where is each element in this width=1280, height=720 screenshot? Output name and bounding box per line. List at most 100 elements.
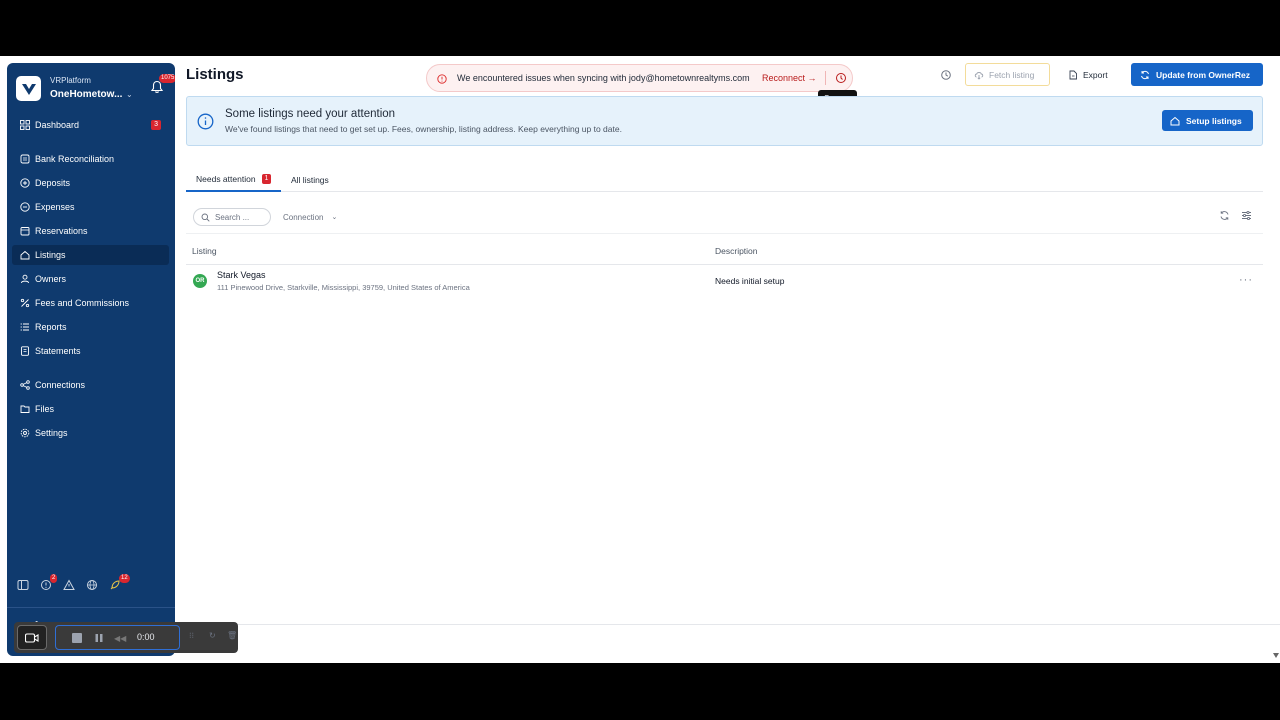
scroll-down-arrow[interactable] bbox=[1273, 653, 1279, 658]
restart-icon[interactable]: ↻ bbox=[209, 631, 216, 640]
globe-icon[interactable] bbox=[86, 579, 98, 591]
video-camera-icon bbox=[25, 632, 39, 643]
sidebar-divider bbox=[7, 607, 175, 608]
gear-icon bbox=[20, 428, 30, 438]
sync-error-message: We encountered issues when syncing with … bbox=[457, 73, 750, 83]
listing-address: 111 Pinewood Drive, Starkville, Mississi… bbox=[217, 283, 470, 292]
pause-icon[interactable] bbox=[94, 633, 104, 643]
listing-description: Needs initial setup bbox=[715, 276, 785, 286]
recording-controls: ◀◀ 0:00 bbox=[55, 625, 180, 650]
plus-circle-icon bbox=[20, 178, 30, 188]
tab-badge: 1 bbox=[261, 174, 272, 184]
listing-tabs: Needs attention 1 All listings bbox=[186, 168, 1263, 192]
table-row[interactable]: OR Stark Vegas 111 Pinewood Drive, Stark… bbox=[186, 265, 1263, 297]
sidebar-item-label: Reports bbox=[35, 322, 67, 332]
warning-icon[interactable] bbox=[63, 579, 75, 591]
column-settings-icon[interactable] bbox=[1241, 210, 1252, 221]
reconnect-link[interactable]: Reconnect → bbox=[762, 73, 817, 83]
rewind-icon[interactable]: ◀◀ bbox=[114, 634, 126, 643]
sidebar-item-label: Settings bbox=[35, 428, 68, 438]
ownerrez-avatar: OR bbox=[193, 274, 207, 288]
connection-filter[interactable]: Connection ⌄ bbox=[278, 208, 348, 226]
fetch-listing-label: Fetch listing bbox=[989, 69, 1035, 80]
document-icon bbox=[21, 346, 29, 356]
panel-toggle-icon[interactable] bbox=[17, 579, 29, 591]
sidebar-item-expenses[interactable]: Expenses bbox=[12, 197, 169, 217]
recording-time: 0:00 bbox=[137, 632, 155, 642]
sidebar-item-label: Dashboard bbox=[35, 120, 80, 130]
sidebar-item-label: Bank Reconciliation bbox=[35, 154, 115, 164]
trash-icon[interactable]: 🗑 bbox=[227, 631, 237, 640]
sidebar-item-label: Files bbox=[35, 404, 55, 414]
calendar-icon bbox=[20, 227, 30, 236]
home-icon bbox=[20, 250, 30, 260]
chevron-down-icon: ⌄ bbox=[331, 214, 338, 221]
home-icon bbox=[1170, 116, 1180, 125]
sidebar-item-label: Fees and Commissions bbox=[35, 298, 130, 308]
tab-label: All listings bbox=[291, 175, 329, 185]
user-icon bbox=[21, 274, 29, 284]
sidebar-item-reservations[interactable]: Reservations bbox=[12, 221, 169, 241]
connection-filter-label: Connection bbox=[283, 212, 324, 222]
bank-icon bbox=[20, 154, 30, 164]
sidebar-footer-icons: 2 12 bbox=[17, 574, 167, 593]
minus-circle-icon bbox=[20, 202, 30, 212]
fetch-listing-button[interactable]: Fetch listing bbox=[965, 63, 1050, 86]
recorder-toolbar: ◀◀ 0:00 ⁝⁝ ↻ 🗑 bbox=[14, 622, 238, 653]
main-content: Listings We encountered issues when sync… bbox=[175, 56, 1280, 663]
stop-button[interactable] bbox=[72, 633, 82, 643]
org-label: VRPlatform bbox=[50, 76, 91, 85]
sync-icon bbox=[1141, 70, 1149, 79]
org-switcher[interactable]: VRPlatform OneHometow... ⌄ bbox=[16, 75, 166, 105]
sidebar-item-files[interactable]: Files bbox=[12, 399, 169, 419]
setup-listings-label: Setup listings bbox=[1186, 115, 1242, 126]
sidebar-item-label: Statements bbox=[35, 346, 81, 356]
footer-divider bbox=[175, 624, 1280, 625]
sidebar-item-owners[interactable]: Owners bbox=[12, 269, 169, 289]
tab-needs-attention[interactable]: Needs attention 1 bbox=[186, 168, 282, 192]
refresh-icon[interactable] bbox=[1219, 210, 1230, 221]
sidebar-item-deposits[interactable]: Deposits bbox=[12, 173, 169, 193]
more-options-icon[interactable]: ··· bbox=[1239, 274, 1253, 286]
chat-badge: 2 bbox=[50, 574, 58, 583]
sidebar-item-listings[interactable]: Listings bbox=[12, 245, 169, 265]
grid-icon[interactable]: ⁝⁝ bbox=[189, 631, 194, 640]
notification-badge: 1075 bbox=[159, 74, 177, 83]
tab-label: Needs attention bbox=[196, 174, 256, 184]
search-icon bbox=[201, 213, 210, 222]
sidebar-item-label: Connections bbox=[35, 380, 86, 390]
snooze-icon[interactable] bbox=[834, 71, 848, 85]
sidebar-item-bank-reconciliation[interactable]: Bank Reconciliation bbox=[12, 149, 169, 169]
sidebar-item-statements[interactable]: Statements bbox=[12, 341, 169, 361]
percent-icon bbox=[20, 298, 30, 308]
search-input[interactable]: Search ... bbox=[193, 208, 271, 226]
sidebar-item-label: Expenses bbox=[35, 202, 75, 212]
sidebar-item-label: Deposits bbox=[35, 178, 71, 188]
listing-name: Stark Vegas bbox=[217, 270, 266, 280]
divider bbox=[825, 71, 826, 85]
column-header-description[interactable]: Description bbox=[715, 246, 758, 256]
export-button[interactable]: Export bbox=[1061, 63, 1116, 86]
sidebar-item-connections[interactable]: Connections bbox=[12, 375, 169, 395]
toolbar-divider bbox=[186, 233, 1263, 234]
sidebar-item-reports[interactable]: Reports bbox=[12, 317, 169, 337]
sidebar-item-label: Owners bbox=[35, 274, 67, 284]
dashboard-badge: 3 bbox=[151, 120, 161, 130]
update-from-ownerrez-button[interactable]: Update from OwnerRez bbox=[1131, 63, 1263, 86]
page-title: Listings bbox=[186, 66, 244, 83]
sidebar-item-settings[interactable]: Settings bbox=[12, 423, 169, 443]
export-label: Export bbox=[1083, 69, 1108, 80]
camera-button[interactable] bbox=[17, 625, 47, 650]
info-icon bbox=[197, 113, 214, 130]
rocket-badge: 12 bbox=[119, 574, 130, 583]
tab-all-listings[interactable]: All listings bbox=[281, 168, 339, 192]
column-header-listing[interactable]: Listing bbox=[192, 246, 217, 256]
sidebar-item-dashboard[interactable]: Dashboard 3 bbox=[12, 115, 169, 135]
share-icon bbox=[20, 380, 30, 390]
sidebar-item-label: Listings bbox=[35, 250, 66, 260]
history-icon[interactable] bbox=[940, 69, 952, 81]
sidebar: VRPlatform OneHometow... ⌄ 1075 Dashboar… bbox=[7, 63, 177, 656]
setup-listings-button[interactable]: Setup listings bbox=[1162, 110, 1253, 131]
attention-subtitle: We've found listings that need to get se… bbox=[225, 124, 622, 134]
sidebar-item-fees-and-commissions[interactable]: Fees and Commissions bbox=[12, 293, 169, 313]
